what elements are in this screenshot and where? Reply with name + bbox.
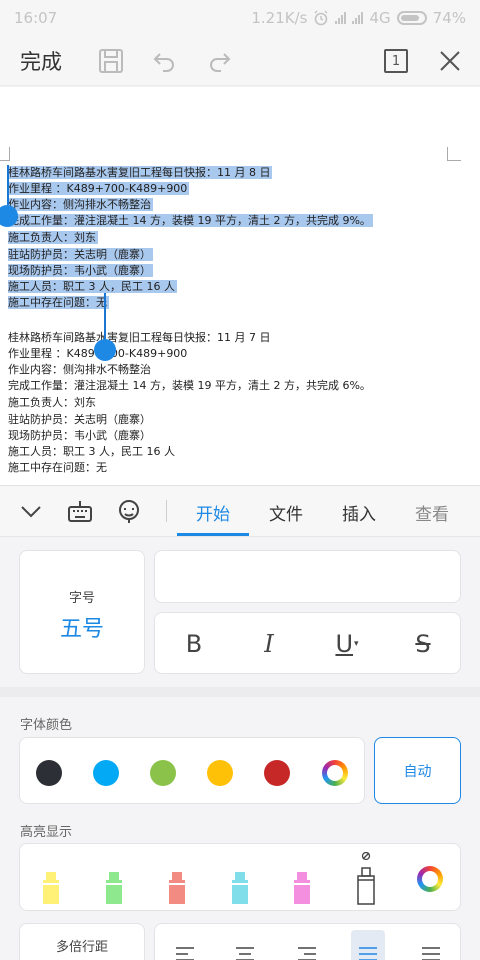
highlighter-green-icon[interactable] bbox=[103, 870, 125, 906]
doc-line[interactable]: 施工中存在问题：无 bbox=[8, 295, 109, 310]
status-icons: 1.21K/s 4G 74% bbox=[251, 9, 466, 27]
doc-line[interactable]: 完成工作量：灌注混凝土 14 方，装模 19 平方，清土 2 方，共完成 9%。 bbox=[8, 213, 373, 228]
tab-file[interactable]: 文件 bbox=[269, 500, 303, 525]
highlighter-red-icon[interactable] bbox=[166, 870, 188, 906]
color-swatch-red[interactable] bbox=[264, 760, 290, 786]
tab-view[interactable]: 查看 bbox=[415, 500, 449, 525]
close-icon[interactable] bbox=[437, 48, 463, 74]
color-swatch-black[interactable] bbox=[36, 760, 62, 786]
doc-line[interactable]: 现场防护员：韦小武（鹿寨） bbox=[8, 263, 153, 278]
keyboard-icon[interactable] bbox=[67, 499, 93, 523]
doc-line[interactable]: 作业内容：侧沟排水不畅整治 bbox=[8, 362, 151, 377]
doc-line[interactable]: 施工人员：职工 3 人，民工 16 人 bbox=[8, 444, 175, 459]
doc-line[interactable]: 桂林路桥车间路基水害复旧工程每日快报：11 月 8 日 bbox=[8, 165, 273, 180]
color-swatch-green[interactable] bbox=[150, 760, 176, 786]
top-toolbar: 完成 1 bbox=[0, 36, 480, 86]
battery-icon bbox=[396, 11, 427, 25]
battery-level: 74% bbox=[432, 9, 466, 27]
strikethrough-button[interactable]: S bbox=[406, 627, 440, 661]
font-size-title: 字号 bbox=[68, 591, 95, 606]
undo-icon[interactable] bbox=[152, 48, 178, 74]
format-panel: 字号 五号 B I U ▾ S 字体颜色 自动 高亮显示 多倍行距 bbox=[0, 537, 480, 960]
active-tab-indicator bbox=[177, 533, 249, 536]
done-button[interactable]: 完成 bbox=[20, 46, 62, 76]
handwriting-icon[interactable] bbox=[116, 499, 142, 525]
save-icon[interactable] bbox=[98, 48, 124, 74]
network-type: 4G bbox=[369, 9, 391, 27]
highlighter-yellow-icon[interactable] bbox=[40, 870, 62, 906]
highlight-color-wheel-icon[interactable] bbox=[417, 866, 443, 892]
font-size-value: 五号 bbox=[59, 617, 104, 642]
font-color-palette bbox=[19, 737, 365, 804]
page-count-button[interactable]: 1 bbox=[384, 49, 408, 73]
font-color-label: 字体颜色 bbox=[20, 718, 73, 733]
doc-line[interactable]: 驻站防护员：关志明（鹿寨） bbox=[8, 247, 153, 262]
text-style-group: B I U ▾ S bbox=[154, 612, 461, 674]
section-divider bbox=[0, 687, 480, 697]
chevron-down-icon[interactable] bbox=[20, 502, 42, 520]
doc-line[interactable]: 完成工作量：灌注混凝土 14 方，装模 19 平方，清土 2 方，共完成 6%。 bbox=[8, 378, 371, 393]
page-corner-mark bbox=[0, 147, 10, 161]
alarm-icon bbox=[314, 10, 328, 26]
alignment-group bbox=[154, 923, 461, 960]
auto-color-button[interactable]: 自动 bbox=[374, 737, 461, 804]
tab-insert[interactable]: 插入 bbox=[342, 500, 376, 525]
selection-start-cursor bbox=[7, 165, 9, 205]
align-justify-button[interactable] bbox=[351, 930, 385, 960]
color-swatch-blue[interactable] bbox=[93, 760, 119, 786]
tab-start[interactable]: 开始 bbox=[196, 500, 230, 525]
line-spacing-button[interactable]: 多倍行距 bbox=[19, 923, 145, 960]
font-size-button[interactable]: 字号 五号 bbox=[19, 550, 145, 674]
underline-button[interactable]: U ▾ bbox=[327, 627, 367, 661]
doc-line[interactable]: 作业里程 ：K489+700-K489+900 bbox=[8, 181, 190, 196]
doc-line[interactable]: 施工中存在问题：无 bbox=[8, 460, 107, 475]
font-name-field[interactable] bbox=[154, 550, 461, 603]
line-spacing-label: 多倍行距 bbox=[55, 940, 108, 955]
highlight-palette bbox=[19, 843, 461, 911]
page-count: 1 bbox=[391, 53, 401, 69]
align-center-icon[interactable] bbox=[235, 946, 255, 960]
highlighter-cyan-icon[interactable] bbox=[229, 870, 251, 906]
highlight-label: 高亮显示 bbox=[20, 825, 73, 840]
status-bar: 16:07 1.21K/s 4G 74% bbox=[0, 0, 480, 36]
signal-icon bbox=[335, 12, 347, 24]
redo-icon[interactable] bbox=[206, 48, 232, 74]
doc-line[interactable]: 作业内容：侧沟排水不畅整治 bbox=[8, 197, 153, 212]
doc-line[interactable]: 施工负责人：刘东 bbox=[8, 230, 98, 245]
color-swatch-yellow[interactable] bbox=[207, 760, 233, 786]
doc-line[interactable]: 现场防护员：韦小武（鹿寨） bbox=[8, 428, 151, 443]
highlighter-pink-icon[interactable] bbox=[291, 870, 313, 906]
doc-line[interactable]: 桂林路桥车间路基水害复旧工程每日快报：11 月 7 日 bbox=[8, 330, 270, 345]
color-wheel-icon[interactable] bbox=[322, 760, 348, 786]
document-page[interactable]: 桂林路桥车间路基水害复旧工程每日快报：11 月 8 日 作业里程 ：K489+7… bbox=[0, 87, 480, 485]
selection-end-handle[interactable] bbox=[94, 339, 116, 361]
selection-end-cursor bbox=[104, 293, 106, 343]
clock: 16:07 bbox=[14, 9, 58, 27]
align-right-icon[interactable] bbox=[297, 946, 317, 960]
italic-button[interactable]: I bbox=[252, 627, 286, 661]
doc-line[interactable]: 驻站防护员：关志明（鹿寨） bbox=[8, 412, 151, 427]
caret-down-icon: ▾ bbox=[354, 639, 359, 649]
highlighter-none-icon[interactable] bbox=[353, 852, 379, 906]
tab-divider bbox=[166, 500, 167, 522]
network-speed: 1.21K/s bbox=[251, 9, 308, 27]
align-justify-icon bbox=[359, 947, 377, 960]
align-left-icon[interactable] bbox=[175, 946, 195, 960]
page-corner-mark bbox=[447, 147, 461, 161]
doc-line[interactable]: 施工人员：职工 3 人，民工 16 人 bbox=[8, 279, 177, 294]
bold-button[interactable]: B bbox=[177, 627, 211, 661]
ribbon-tab-bar: 开始 文件 插入 查看 bbox=[0, 485, 480, 537]
signal-icon-2 bbox=[352, 12, 364, 24]
doc-line[interactable]: 施工负责人：刘东 bbox=[8, 395, 96, 410]
align-distributed-icon[interactable] bbox=[421, 946, 441, 960]
underline-label: U bbox=[335, 630, 354, 658]
